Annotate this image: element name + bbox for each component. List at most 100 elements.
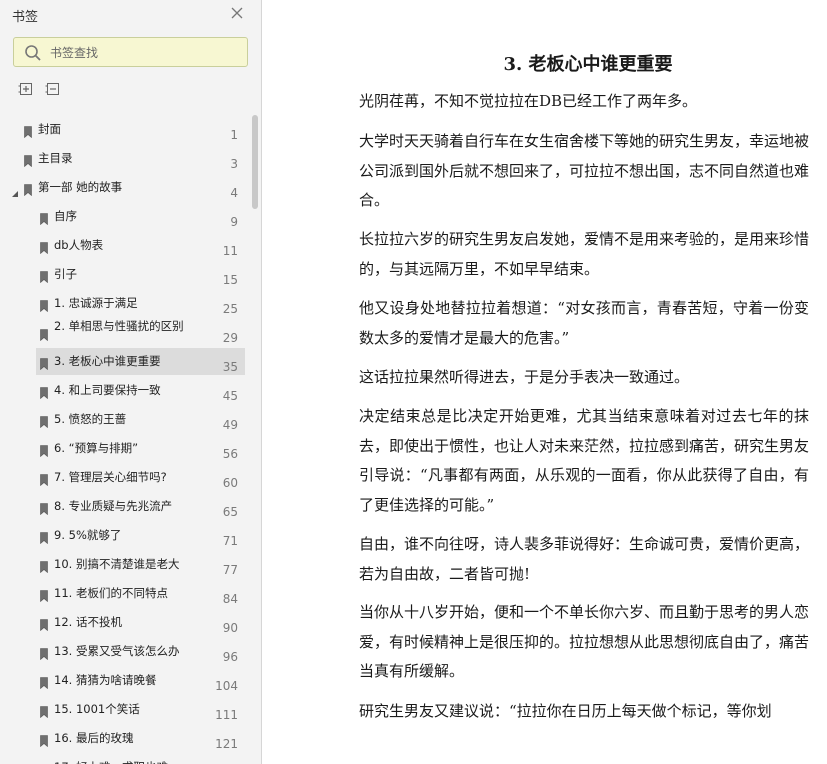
chapter-title: 3. 老板心中谁更重要	[503, 54, 673, 75]
bookmark-icon	[40, 413, 48, 429]
bookmark-page-number: 3	[230, 157, 238, 171]
bookmark-page-number: 121	[215, 737, 238, 751]
bookmark-icon	[40, 500, 48, 516]
bookmark-page-number: 65	[222, 505, 238, 519]
bookmark-label: db人物表	[54, 238, 104, 252]
bookmark-item[interactable]: db人物表 11	[0, 231, 250, 260]
bookmark-page-number: 90	[222, 621, 238, 635]
paragraph: 长拉拉六岁的研究生男友启发她，爱情不是用来考验的，是用来珍惜的，与其远隔万里，不…	[359, 230, 810, 278]
bookmark-item[interactable]: 自序 9	[0, 202, 250, 231]
bookmark-icon	[40, 587, 48, 603]
bookmark-icon	[40, 268, 48, 284]
bookmark-label: 10. 别搞不清楚谁是老大	[54, 557, 180, 571]
bookmark-label: 12. 话不投机	[54, 615, 122, 629]
bookmark-label: 3. 老板心中谁更重要	[54, 354, 161, 368]
paragraph: 当你从十八岁开始，便和一个不单长你六岁、而且勤于思考的男人恋爱，有时候精神上是很…	[359, 603, 810, 680]
bookmark-label: 16. 最后的玫瑰	[54, 731, 134, 745]
bookmark-page-number: 71	[222, 534, 238, 548]
bookmark-item[interactable]: 封面 1	[0, 115, 250, 144]
bookmark-icon	[40, 616, 48, 632]
bookmark-icon	[40, 471, 48, 487]
document-view: 3. 老板心中谁更重要 光阴荏苒，不知不觉拉拉在DB已经工作了两年多。 大学时天…	[263, 0, 827, 764]
bookmark-item[interactable]: 5. 愤怒的王蔷 49	[0, 405, 250, 434]
search-icon	[24, 44, 42, 62]
bookmark-label: 14. 猜猜为啥请晚餐	[54, 673, 157, 687]
bookmark-page-number: 11	[222, 244, 238, 258]
bookmark-item[interactable]: 引子 15	[0, 260, 250, 289]
paragraph: 研究生男友又建议说：“拉拉你在日历上每天做个标记，等你划	[359, 702, 772, 720]
scrollbar-thumb[interactable]	[252, 115, 258, 209]
bookmark-icon	[40, 558, 48, 574]
bookmark-page-number: 1	[230, 128, 238, 142]
bookmark-icon	[40, 297, 48, 313]
bookmark-icon	[24, 123, 32, 139]
bookmark-label: 7. 管理层关心细节吗?	[54, 470, 167, 484]
bookmark-label: 自序	[54, 209, 77, 223]
bookmark-icon	[40, 355, 48, 371]
bookmark-item[interactable]: 主目录 3	[0, 144, 250, 173]
bookmark-label: 8. 专业质疑与先兆流产	[54, 499, 173, 513]
expand-all-icon[interactable]	[18, 81, 34, 97]
bookmark-page-number: 4	[230, 186, 238, 200]
bookmark-label: 引子	[54, 267, 77, 281]
bookmark-item[interactable]: 3. 老板心中谁更重要 35	[0, 347, 250, 376]
bookmark-search-box[interactable]	[13, 37, 248, 67]
bookmark-item[interactable]: 16. 最后的玫瑰 121	[0, 724, 250, 753]
bookmark-item[interactable]: 6. “预算与排期” 56	[0, 434, 250, 463]
bookmark-page-number: 9	[230, 215, 238, 229]
bookmark-label: 17. 好上难，求职也难	[54, 760, 168, 764]
expand-triangle-icon[interactable]	[11, 183, 19, 197]
bookmark-page-number: 77	[222, 563, 238, 577]
bookmark-page-number: 111	[215, 708, 238, 722]
bookmark-search-input[interactable]	[50, 43, 240, 62]
bookmark-page-number: 35	[222, 360, 238, 374]
bookmark-page-number: 45	[222, 389, 238, 403]
bookmark-label: 15. 1001个笑话	[54, 702, 140, 716]
bookmark-icon	[40, 732, 48, 748]
bookmark-icon	[40, 645, 48, 661]
bookmark-item[interactable]: 1. 忠诚源于满足 25	[0, 289, 250, 318]
bookmark-item[interactable]: 15. 1001个笑话 111	[0, 695, 250, 724]
bookmark-item[interactable]: 4. 和上司要保持一致 45	[0, 376, 250, 405]
bookmark-label: 9. 5%就够了	[54, 528, 122, 542]
bookmark-label: 封面	[38, 122, 61, 136]
bookmark-icon	[40, 703, 48, 719]
bookmark-item[interactable]: 第一部 她的故事 4	[0, 173, 250, 202]
bookmark-icon	[40, 326, 48, 342]
bookmark-label: 6. “预算与排期”	[54, 441, 139, 455]
paragraph: 光阴荏苒，不知不觉拉拉在DB已经工作了两年多。	[359, 92, 698, 110]
bookmark-page-number: 60	[222, 476, 238, 490]
bookmark-label: 13. 受累又受气该怎么办	[54, 644, 180, 658]
bookmark-label: 2. 单相思与性骚扰的区别	[54, 319, 184, 333]
bookmark-page-number: 56	[222, 447, 238, 461]
bookmark-icon	[40, 674, 48, 690]
bookmark-icon	[40, 384, 48, 400]
bookmark-icon	[24, 181, 32, 197]
bookmark-scrollbar[interactable]	[250, 115, 260, 764]
bookmark-page-number: 15	[222, 273, 238, 287]
paragraph: 决定结束总是比决定开始更难，尤其当结束意味着对过去七年的抹去，即使出于惯性，也让…	[359, 407, 810, 514]
bookmark-item[interactable]: 9. 5%就够了 71	[0, 521, 250, 550]
collapse-all-icon[interactable]	[45, 81, 61, 97]
paragraph: 大学时天天骑着自行车在女生宿舍楼下等她的研究生男友，幸运地被公司派到国外后就不想…	[359, 132, 810, 209]
bookmark-item[interactable]: 11. 老板们的不同特点 84	[0, 579, 250, 608]
bookmark-item[interactable]: 13. 受累又受气该怎么办 96	[0, 637, 250, 666]
bookmark-label: 主目录	[38, 151, 73, 165]
paragraph: 自由，谁不向往呀，诗人裴多菲说得好：生命诚可贵，爱情价更高，若为自由故，二者皆可…	[359, 535, 810, 583]
bookmark-item[interactable]: 7. 管理层关心细节吗? 60	[0, 463, 250, 492]
bookmark-icon	[24, 152, 32, 168]
bookmark-page-number: 104	[215, 679, 238, 693]
bookmark-item[interactable]: 17. 好上难，求职也难	[0, 753, 250, 764]
bookmark-label: 11. 老板们的不同特点	[54, 586, 168, 600]
paragraph: 这话拉拉果然听得进去，于是分手表决一致通过。	[359, 368, 690, 386]
bookmark-label: 4. 和上司要保持一致	[54, 383, 161, 397]
bookmark-item[interactable]: 2. 单相思与性骚扰的区别 29	[0, 318, 250, 347]
bookmark-item[interactable]: 8. 专业质疑与先兆流产 65	[0, 492, 250, 521]
bookmark-item[interactable]: 14. 猜猜为啥请晚餐 104	[0, 666, 250, 695]
bookmark-panel: 书签 封面 1 主目录 3 第一部 她的故事 4 自序 9 db人物表 11 引子 15 1. 忠诚源于…	[0, 0, 262, 764]
bookmark-item[interactable]: 10. 别搞不清楚谁是老大 77	[0, 550, 250, 579]
close-icon[interactable]	[228, 4, 246, 22]
paragraph: 他又设身处地替拉拉着想道：“对女孩而言，青春苦短，守着一份变数太多的爱情才是最大…	[359, 299, 809, 347]
bookmark-item[interactable]: 12. 话不投机 90	[0, 608, 250, 637]
bookmark-icon	[40, 210, 48, 226]
